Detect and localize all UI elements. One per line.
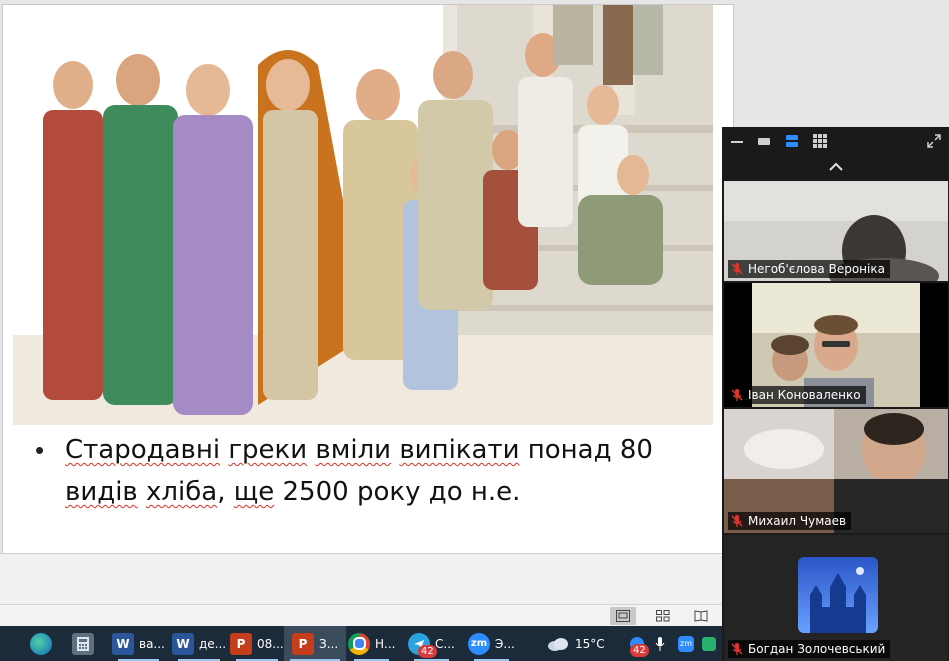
taskbar-word-2[interactable]: W де... — [172, 626, 226, 661]
status-bar — [0, 604, 722, 627]
zoom-icon: zm — [468, 632, 490, 655]
scroll-up-button[interactable] — [722, 155, 949, 179]
participant-tile[interactable]: Богдан Золочевський — [724, 535, 948, 661]
notification-badge: 42 — [418, 645, 437, 658]
participant-name: Михаил Чумаев — [748, 514, 847, 528]
word: випікати — [399, 435, 520, 465]
tray-app[interactable] — [702, 626, 716, 661]
participant-name-tag: Богдан Золочевський — [728, 640, 891, 658]
mic-muted-icon — [731, 643, 743, 655]
zoom-toolbar — [722, 127, 949, 155]
slide-canvas[interactable]: • Стародавні греки вміли випікати понад … — [2, 4, 734, 554]
participant-name: Богдан Золочевський — [748, 642, 886, 656]
taskbar-calculator[interactable] — [72, 626, 94, 661]
tray-badge: 42 — [630, 644, 649, 657]
tray-microphone[interactable] — [654, 626, 666, 661]
participant-name: Іван Коноваленко — [748, 388, 861, 402]
taskbar-zoom[interactable]: zm Э... — [468, 626, 515, 661]
taskbar-label: Н... — [375, 636, 396, 651]
notes-pane[interactable] — [0, 553, 722, 604]
slide-sorter-icon[interactable] — [650, 607, 676, 625]
participant-name-tag: Іван Коноваленко — [728, 386, 866, 404]
mic-muted-icon — [731, 515, 743, 527]
speaker-view-icon[interactable] — [756, 133, 774, 149]
taskbar: W ва... W де... P 08... P З... Н... 42 С… — [0, 626, 722, 661]
taskbar-powerpoint-1[interactable]: P 08... — [230, 626, 284, 661]
zoom-gallery-panel: Негоб'єлова Вероніка Іван Коноваленко Ми… — [722, 127, 949, 661]
word: , — [217, 477, 234, 507]
taskbar-edge[interactable] — [30, 626, 52, 661]
participant-tile[interactable]: Негоб'єлова Вероніка — [724, 181, 948, 281]
avatar — [798, 557, 878, 633]
taskbar-label: С... — [435, 636, 455, 651]
mic-muted-icon — [731, 263, 743, 275]
participant-name: Негоб'єлова Вероніка — [748, 262, 885, 276]
reading-view-icon[interactable] — [688, 607, 714, 625]
word: видів — [65, 477, 138, 507]
participant-tile[interactable]: Іван Коноваленко — [724, 283, 948, 407]
taskbar-word-1[interactable]: W ва... — [112, 626, 165, 661]
word-icon: W — [172, 632, 194, 655]
taskbar-label: 08... — [257, 636, 284, 651]
slide-illustration — [13, 5, 713, 425]
calculator-icon — [72, 632, 94, 655]
gallery-strip-icon[interactable] — [784, 133, 802, 149]
bullet-icon: • — [35, 435, 45, 465]
slide-bullet-text[interactable]: Стародавні греки вміли випікати понад 80… — [65, 429, 695, 513]
word: понад 80 — [527, 435, 653, 465]
exit-fullscreen-icon[interactable] — [926, 133, 944, 149]
tray-zoom[interactable]: zm — [678, 626, 694, 661]
word: 2500 року до н.е. — [282, 477, 521, 507]
cloud-icon — [548, 637, 568, 651]
minimize-icon[interactable] — [730, 133, 748, 149]
chrome-icon — [348, 632, 370, 655]
word: греки — [228, 435, 308, 465]
word: Стародавні — [65, 435, 221, 465]
taskbar-telegram[interactable]: 42 С... — [408, 626, 455, 661]
chevron-up-icon — [828, 162, 843, 171]
tray-zoom-notification[interactable]: 42 — [630, 626, 649, 661]
word: ще — [233, 477, 275, 507]
taskbar-label: Э... — [495, 636, 515, 651]
microphone-icon — [655, 636, 665, 651]
powerpoint-icon: P — [230, 632, 252, 655]
participant-name-tag: Негоб'єлова Вероніка — [728, 260, 890, 278]
weather-temp: 15°C — [575, 636, 605, 651]
normal-view-icon[interactable] — [610, 607, 636, 625]
word: хліба — [146, 477, 218, 507]
word-icon: W — [112, 632, 134, 655]
participant-name-tag: Михаил Чумаев — [728, 512, 852, 530]
weather-widget[interactable]: 15°C — [546, 626, 605, 661]
word: вміли — [315, 435, 392, 465]
taskbar-label: ва... — [139, 636, 165, 651]
participant-tile[interactable]: Михаил Чумаев — [724, 409, 948, 533]
zoom-icon: zm — [678, 635, 694, 652]
powerpoint-icon: P — [292, 632, 314, 655]
taskbar-powerpoint-2[interactable]: P З... — [284, 626, 347, 661]
taskbar-label: де... — [199, 636, 227, 651]
taskbar-label: З... — [319, 636, 339, 651]
mic-muted-icon — [731, 389, 743, 401]
edge-icon — [30, 632, 52, 655]
tray-app-icon — [702, 636, 716, 651]
gallery-grid-icon[interactable] — [812, 133, 830, 149]
taskbar-chrome[interactable]: Н... — [348, 626, 395, 661]
